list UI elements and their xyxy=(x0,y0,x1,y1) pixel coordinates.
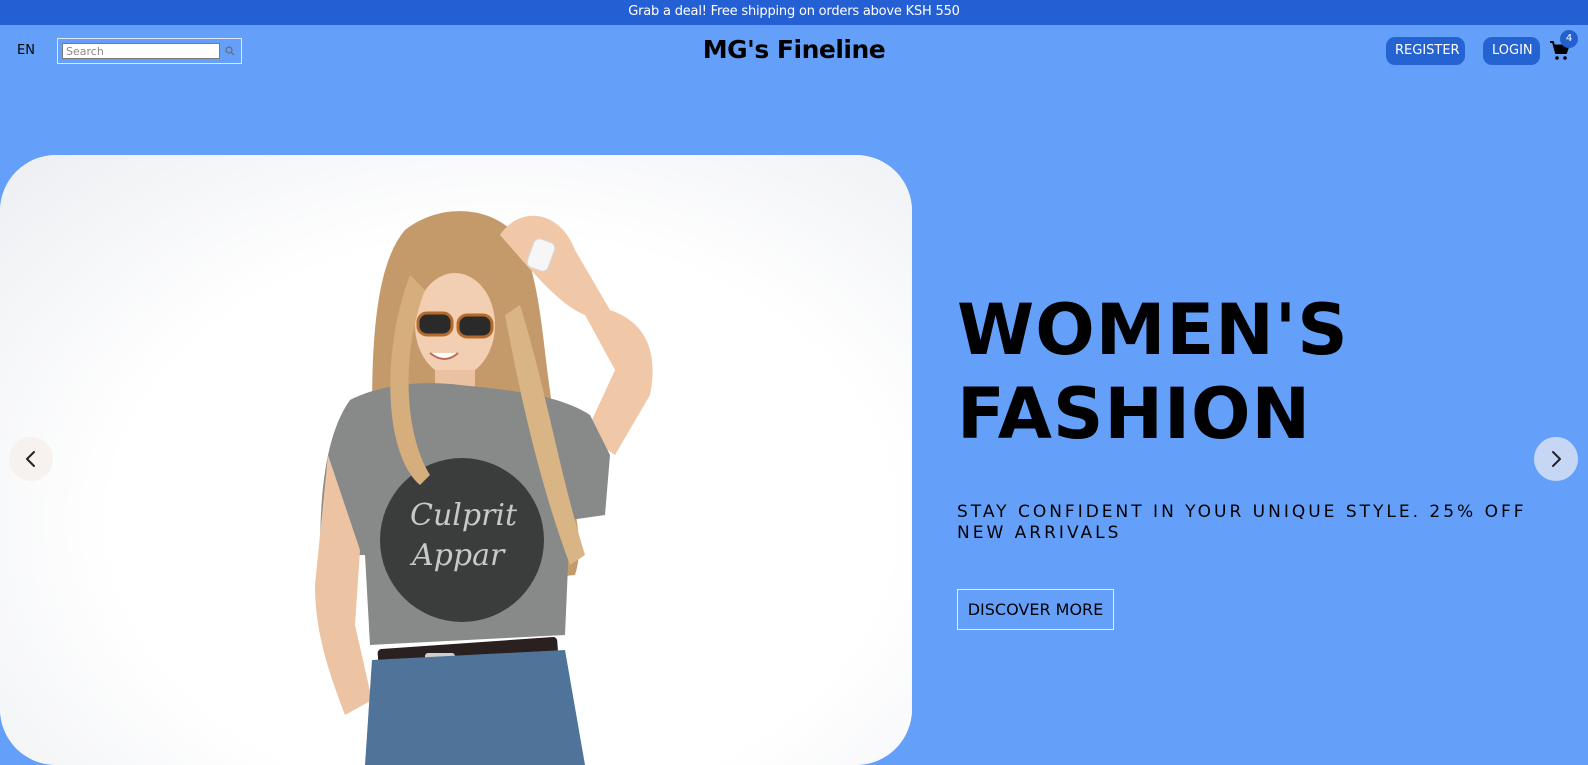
carousel-prev-button[interactable] xyxy=(9,437,53,481)
announcement-bar: Grab a deal! Free shipping on orders abo… xyxy=(0,0,1588,25)
discover-more-button[interactable]: DISCOVER MORE xyxy=(957,589,1114,630)
hero-title: WOMEN'S FASHION xyxy=(957,288,1557,456)
hero-title-line-1: WOMEN'S xyxy=(957,289,1349,371)
navbar: EN MG's Fineline REGISTER LOGIN 4 xyxy=(0,25,1588,77)
chevron-left-icon xyxy=(26,451,35,467)
hero-image: Culprit Appar xyxy=(0,155,912,765)
login-button[interactable]: LOGIN xyxy=(1483,37,1540,65)
hero-subtitle: STAY CONFIDENT IN YOUR UNIQUE STYLE. 25%… xyxy=(957,502,1527,543)
hero-title-line-2: FASHION xyxy=(957,373,1312,455)
model-illustration: Culprit Appar xyxy=(315,211,653,765)
tshirt-print-text-2: Appar xyxy=(409,538,506,573)
cart-count-badge: 4 xyxy=(1560,30,1578,48)
register-button[interactable]: REGISTER xyxy=(1386,37,1465,65)
tshirt-print-text-1: Culprit xyxy=(410,498,518,533)
site-logo[interactable]: MG's Fineline xyxy=(0,35,1588,65)
chevron-right-icon xyxy=(1552,451,1561,467)
carousel-next-button[interactable] xyxy=(1534,437,1578,481)
announcement-text: Grab a deal! Free shipping on orders abo… xyxy=(628,4,960,19)
